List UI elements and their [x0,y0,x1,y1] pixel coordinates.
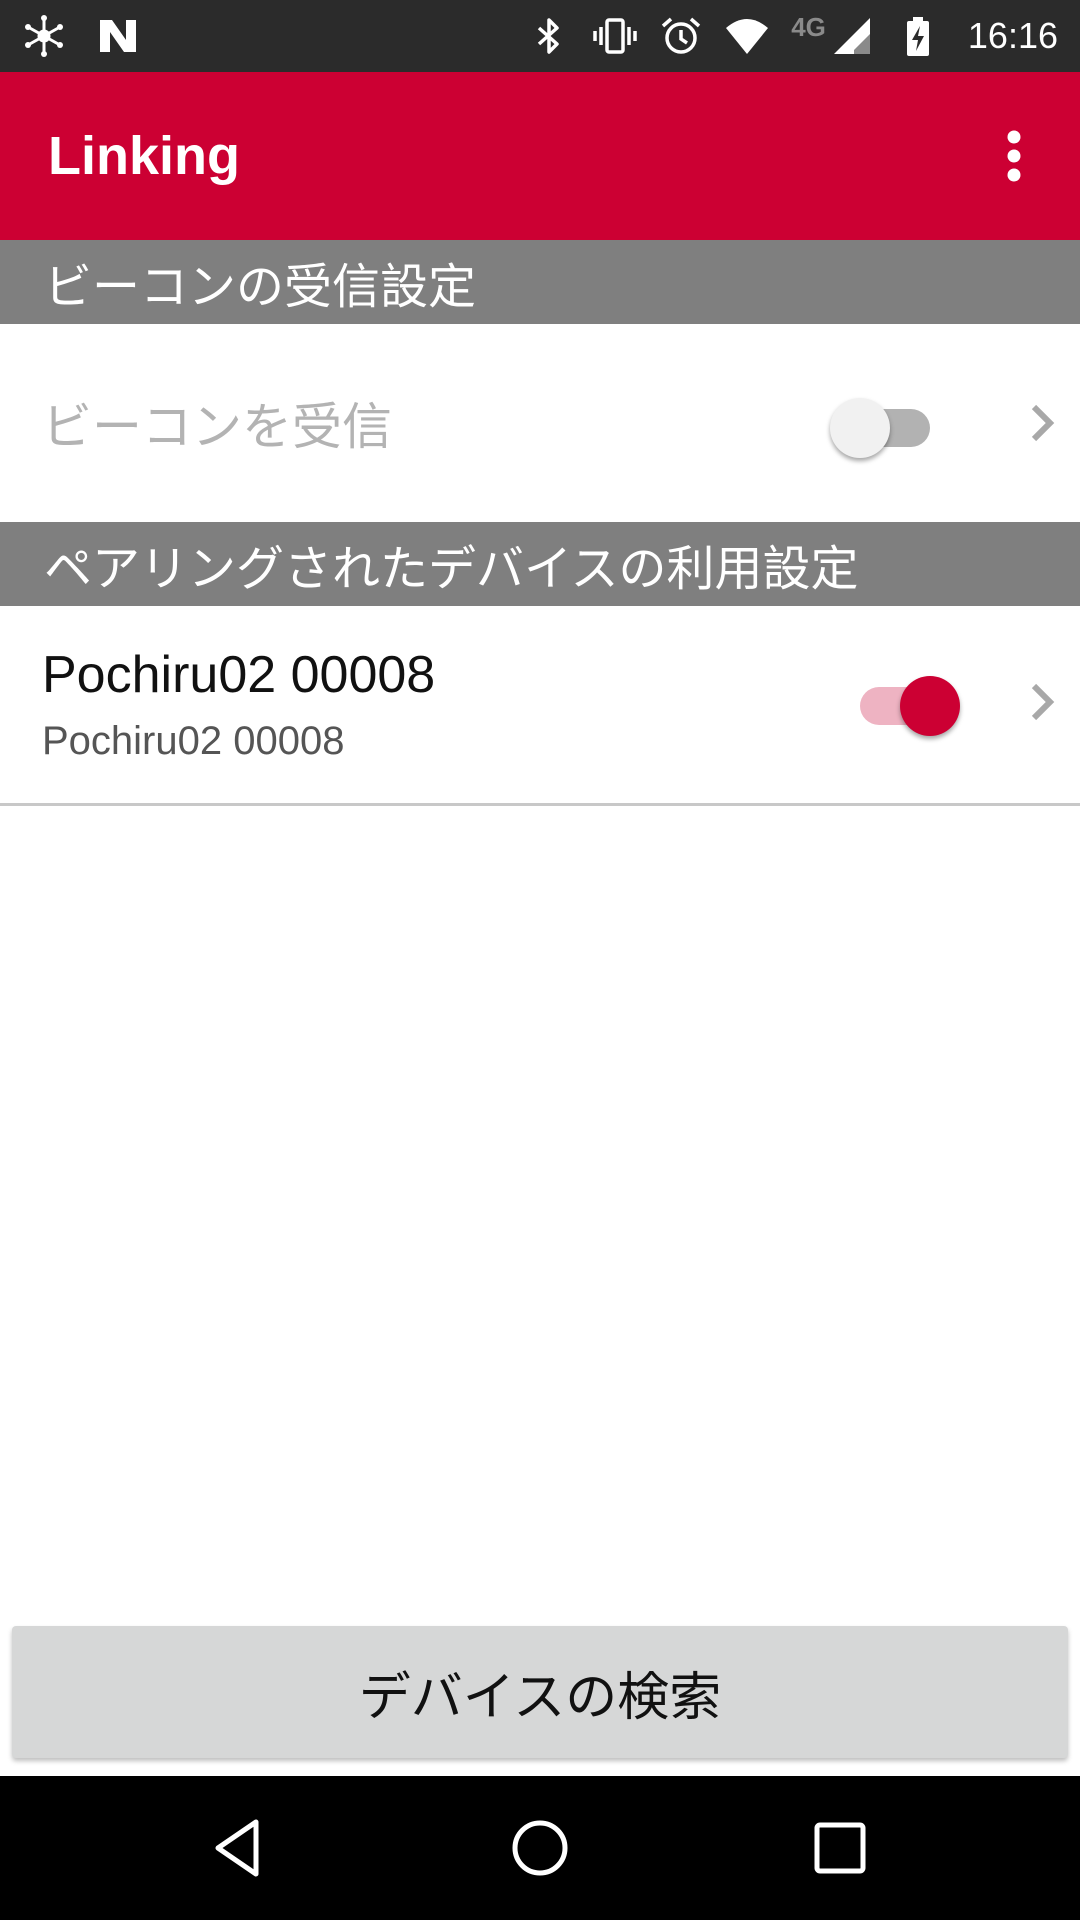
app-bar: Linking [0,72,1080,240]
section-header-label: ビーコンの受信設定 [44,259,477,315]
more-vert-icon [1007,130,1021,182]
search-devices-button[interactable]: デバイスの検索 [12,1626,1068,1758]
home-button[interactable] [504,1812,576,1884]
back-icon [215,1819,259,1877]
device-row[interactable]: Pochiru02 00008 Pochiru02 00008 [0,606,1080,806]
recents-icon [814,1822,866,1874]
alarm-icon [659,14,703,58]
app-title: Linking [48,126,240,186]
wifi-icon [725,14,769,58]
network-type-label: 4G [791,11,826,42]
recents-button[interactable] [804,1812,876,1884]
home-icon [512,1820,568,1876]
section-header-beacon: ビーコンの受信設定 [0,240,1080,324]
vibrate-icon [593,14,637,58]
device-switch[interactable] [850,666,960,736]
n-logo-icon [96,14,140,58]
navigation-bar [0,1776,1080,1920]
beacon-receive-row[interactable]: ビーコンを受信 [0,324,1080,522]
beacon-row-chevron[interactable] [1022,393,1062,453]
back-button[interactable] [206,1812,278,1884]
status-bar: 4G 16:16 [0,0,1080,72]
device-subtitle: Pochiru02 00008 [42,719,345,763]
cell-signal-icon [830,14,874,58]
battery-charging-icon [896,14,940,58]
device-row-chevron[interactable] [1022,672,1062,732]
device-name: Pochiru02 00008 [42,646,436,704]
section-header-label: ペアリングされたデバイスの利用設定 [44,541,859,597]
chevron-right-icon [1031,683,1055,721]
bluetooth-icon [527,14,571,58]
switch-thumb [830,398,890,458]
beacon-receive-switch[interactable] [830,388,940,458]
beacon-receive-label: ビーコンを受信 [42,398,392,456]
overflow-menu-button[interactable] [978,120,1050,192]
switch-thumb [900,676,960,736]
section-header-paired-devices: ペアリングされたデバイスの利用設定 [0,522,1080,606]
chevron-right-icon [1031,404,1055,442]
hub-icon [22,14,66,58]
status-time: 16:16 [967,15,1058,56]
